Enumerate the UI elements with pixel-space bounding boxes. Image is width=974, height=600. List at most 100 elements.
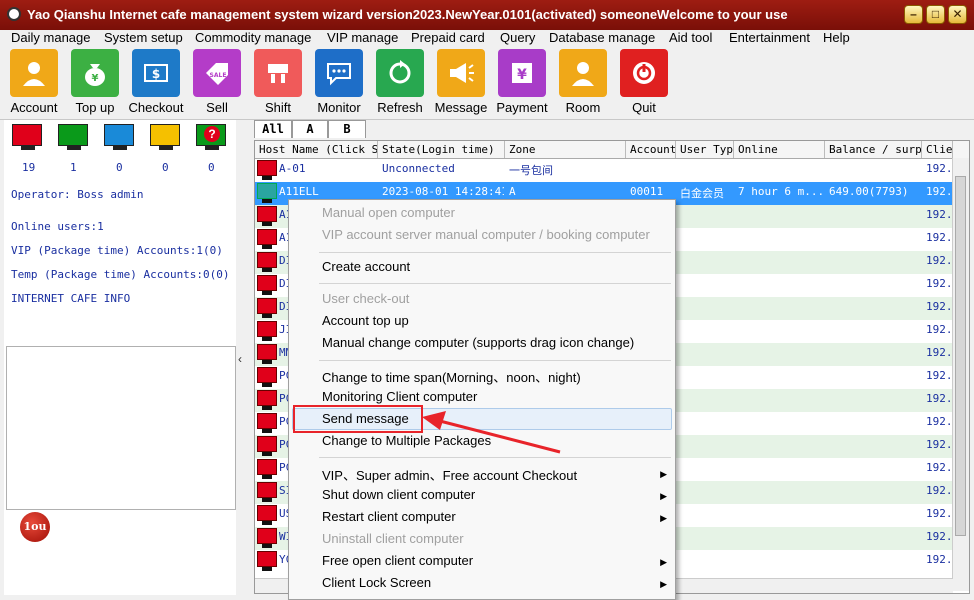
svg-text:¥: ¥ (517, 67, 527, 83)
menu-account-top-up[interactable]: Account top up (322, 313, 409, 328)
monitor-button[interactable]: Monitor (311, 49, 367, 115)
menu-commodity-manage[interactable]: Commodity manage (195, 30, 311, 45)
col-zone[interactable]: Zone (505, 141, 626, 158)
table-row[interactable]: A-01 Unconnected 一号包间 192.1 (255, 159, 969, 182)
menu-create-account[interactable]: Create account (322, 259, 410, 274)
host-monitor-stand (262, 268, 272, 272)
megaphone-icon (437, 49, 485, 97)
vertical-scrollbar[interactable] (952, 158, 969, 591)
status-monitor-green-icon[interactable] (58, 124, 90, 150)
col-host-name[interactable]: Host Name (Click Sc (255, 141, 378, 158)
menu-manual-change-computer[interactable]: Manual change computer (supports drag ic… (322, 335, 634, 350)
refresh-icon (376, 49, 424, 97)
menu-vip-checkout[interactable]: VIP、Super admin、Free account Checkout (322, 465, 577, 484)
menu-aid-tool[interactable]: Aid tool (669, 30, 712, 45)
cell-client: 192.1 (926, 185, 953, 198)
col-state[interactable]: State(Login time) (378, 141, 505, 158)
host-monitor-icon (257, 482, 277, 498)
menu-free-open-client[interactable]: Free open client computer (322, 553, 473, 568)
menu-entertainment[interactable]: Entertainment (729, 30, 810, 45)
checkout-button[interactable]: $ Checkout (128, 49, 184, 115)
tab-b[interactable]: B (328, 120, 366, 138)
cell-client: 192.1 (926, 530, 953, 543)
host-monitor-icon (257, 275, 277, 291)
menu-query[interactable]: Query (500, 30, 535, 45)
count-blue: 0 (116, 161, 123, 174)
info-box (6, 346, 236, 510)
cell-client: 192.1 (926, 461, 953, 474)
tab-all[interactable]: All (254, 120, 292, 138)
col-user-type[interactable]: User Typ (676, 141, 734, 158)
collapse-panel-icon[interactable]: ‹ (238, 352, 242, 366)
col-balance[interactable]: Balance / surp (825, 141, 922, 158)
person-icon (10, 49, 58, 97)
col-online[interactable]: Online (734, 141, 825, 158)
window-title: Yao Qianshu Internet cafe management sys… (27, 7, 788, 22)
menu-system-setup[interactable]: System setup (104, 30, 183, 45)
close-button[interactable]: ✕ (948, 5, 967, 24)
menu-uninstall-client[interactable]: Uninstall client computer (322, 531, 464, 546)
status-monitor-yellow-icon[interactable] (150, 124, 182, 150)
submenu-arrow-icon: ▶ (660, 579, 667, 589)
count-yellow: 0 (162, 161, 169, 174)
col-client[interactable]: Clien (922, 141, 953, 158)
host-monitor-icon (257, 344, 277, 360)
cell-client: 192.1 (926, 369, 953, 382)
menu-daily-manage[interactable]: Daily manage (11, 30, 91, 45)
cell-zone: A (509, 185, 516, 198)
menu-manual-open-computer[interactable]: Manual open computer (322, 205, 455, 220)
host-monitor-stand (262, 291, 272, 295)
room-button[interactable]: Room (555, 49, 611, 115)
host-monitor-icon (257, 551, 277, 567)
context-menu: Manual open computer VIP account server … (288, 199, 676, 600)
top-up-button[interactable]: ¥ Top up (67, 49, 123, 115)
logo: 1ou (20, 512, 50, 542)
question-icon: ? (204, 126, 220, 142)
maximize-button[interactable]: □ (926, 5, 945, 24)
cell-account: 00011 (630, 185, 664, 198)
count-unknown: 0 (208, 161, 215, 174)
cell-state: 2023-08-01 14:28:41 (382, 185, 504, 198)
host-monitor-stand (262, 222, 272, 226)
account-button[interactable]: Account (6, 49, 62, 115)
col-account[interactable]: Account (626, 141, 676, 158)
host-monitor-stand (262, 176, 272, 180)
sell-button[interactable]: SALE Sell (189, 49, 245, 115)
quit-button[interactable]: Quit (616, 49, 672, 115)
menu-change-time-span[interactable]: Change to time span(Morning、noon、night) (322, 367, 581, 386)
menu-database-manage[interactable]: Database manage (549, 30, 655, 45)
menu-monitoring-client[interactable]: Monitoring Client computer (322, 389, 477, 404)
tab-a[interactable]: A (292, 120, 328, 138)
status-monitor-red-icon[interactable] (12, 124, 44, 150)
vip-accounts-label: VIP (Package time) Accounts:1(0) (11, 244, 223, 257)
status-monitor-unknown-icon[interactable]: ? (196, 124, 228, 150)
menu-user-check-out[interactable]: User check-out (322, 291, 409, 306)
shift-button[interactable]: Shift (250, 49, 306, 115)
left-status-panel: ? 19 1 0 0 0 Operator: Boss admin Online… (4, 120, 236, 595)
payment-button[interactable]: ¥ Payment (494, 49, 550, 115)
status-monitor-blue-icon[interactable] (104, 124, 136, 150)
menu-prepaid-card[interactable]: Prepaid card (411, 30, 485, 45)
message-button[interactable]: Message (433, 49, 489, 115)
menu-vip-manage[interactable]: VIP manage (327, 30, 398, 45)
cell-client: 192.1 (926, 392, 953, 405)
annotation-arrow-icon (422, 411, 561, 454)
host-monitor-icon (257, 528, 277, 544)
cell-host: A11ELL (279, 185, 319, 198)
submenu-arrow-icon: ▶ (660, 469, 667, 479)
host-monitor-icon (257, 367, 277, 383)
minimize-button[interactable]: – (904, 5, 923, 24)
menu-restart-client[interactable]: Restart client computer (322, 509, 456, 524)
cafe-info-label: INTERNET CAFE INFO (11, 292, 131, 305)
menu-shut-down-client[interactable]: Shut down client computer (322, 487, 475, 502)
cell-client: 192.1 (926, 323, 953, 336)
menu-vip-manual-computer[interactable]: VIP account server manual computer / boo… (322, 227, 650, 242)
cell-client: 192.1 (926, 507, 953, 520)
menu-client-lock-screen[interactable]: Client Lock Screen (322, 575, 431, 590)
cell-host: A-01 (279, 162, 306, 175)
host-monitor-stand (262, 429, 272, 433)
chat-icon (315, 49, 363, 97)
refresh-button[interactable]: Refresh (372, 49, 428, 115)
host-monitor-icon (257, 321, 277, 337)
menu-help[interactable]: Help (823, 30, 850, 45)
